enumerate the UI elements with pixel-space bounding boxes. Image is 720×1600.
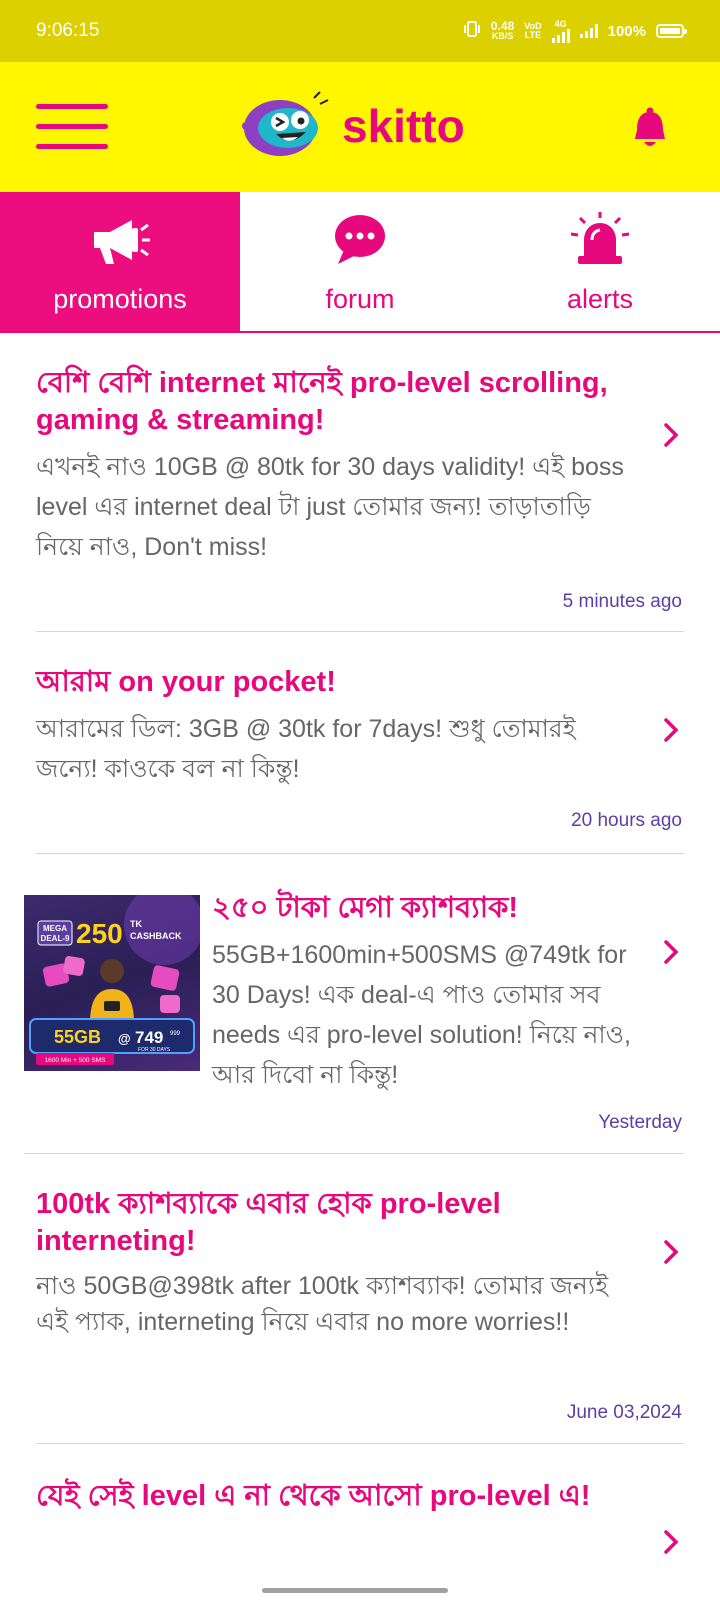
menu-button[interactable] bbox=[36, 104, 108, 150]
promo-body: এখনই নাও 10GB @ 80tk for 30 days validit… bbox=[36, 453, 624, 561]
vibrate-icon bbox=[463, 21, 481, 41]
network-type: 4G bbox=[551, 18, 570, 43]
thumb-old-price: 999 bbox=[170, 1031, 181, 1037]
tab-bar: promotions forum alerts bbox=[0, 192, 720, 333]
home-indicator[interactable] bbox=[262, 1588, 448, 1593]
thumb-tag-line2: DEAL-9 bbox=[41, 934, 70, 943]
promo-title: যেই সেই level এ না থেকে আসো pro-level এ! bbox=[36, 1480, 591, 1512]
thumb-amount-suffix: TK bbox=[130, 919, 142, 929]
promo-card[interactable]: আরাম on your pocket! আরামের ডিল: 3GB @ 3… bbox=[36, 632, 684, 854]
promo-content: ২৫০ টাকা মেগা ক্যাশব্যাক! 55GB+1600min+5… bbox=[212, 890, 684, 1095]
thumb-extras: 1600 Min + 500 SMS bbox=[45, 1057, 107, 1064]
promo-thumbnail: MEGA DEAL-9 250 TK CASHBACK 55GB @ 749 9… bbox=[24, 895, 200, 1071]
thumb-data: 55GB bbox=[54, 1027, 101, 1047]
siren-icon bbox=[570, 212, 630, 264]
promo-banner-art: MEGA DEAL-9 250 TK CASHBACK 55GB @ 749 9… bbox=[29, 895, 200, 1065]
signal-icon bbox=[579, 24, 598, 38]
promo-card[interactable]: বেশি বেশি internet মানেই pro-level scrol… bbox=[36, 333, 684, 632]
promo-card[interactable]: যেই সেই level এ না থেকে আসো pro-level এ! bbox=[36, 1444, 684, 1584]
promo-timestamp: Yesterday bbox=[598, 1112, 682, 1133]
network-speed: 0.48 KB/S bbox=[491, 20, 514, 41]
thumb-price: 749 bbox=[135, 1028, 163, 1047]
thumb-amount: 250 bbox=[76, 918, 123, 949]
promo-timestamp: 20 hours ago bbox=[571, 810, 682, 831]
status-bar: 9:06:15 0.48 KB/S VoD LTE 4G 100% bbox=[0, 0, 720, 62]
app-header: skitto bbox=[0, 62, 720, 192]
thumb-tag-line1: MEGA bbox=[43, 924, 67, 933]
bell-icon bbox=[635, 107, 665, 146]
network-speed-unit: KB/S bbox=[491, 31, 514, 41]
tab-label-promotions: promotions bbox=[53, 284, 187, 314]
menu-line-icon bbox=[36, 144, 108, 149]
chevron-right-icon bbox=[662, 716, 682, 744]
promo-timestamp: 5 minutes ago bbox=[562, 591, 682, 612]
tab-alerts[interactable]: alerts bbox=[480, 192, 720, 331]
tab-forum[interactable]: forum bbox=[240, 192, 480, 331]
notification-bell-button[interactable] bbox=[630, 106, 670, 150]
tab-label-forum: forum bbox=[325, 284, 395, 314]
network-type-label: 4G bbox=[554, 18, 567, 29]
promo-card[interactable]: MEGA DEAL-9 250 TK CASHBACK 55GB @ 749 9… bbox=[24, 854, 684, 1154]
chevron-right-icon bbox=[662, 1528, 682, 1556]
battery-icon bbox=[656, 24, 687, 38]
tab-promotions[interactable]: promotions bbox=[0, 192, 240, 331]
chevron-right-icon bbox=[662, 421, 682, 449]
menu-line-icon bbox=[36, 104, 108, 109]
signal-secondary-icon bbox=[551, 28, 570, 43]
brand-logo: skitto bbox=[236, 90, 465, 162]
promo-title: আরাম on your pocket! bbox=[36, 666, 336, 698]
volte-indicator: VoD LTE bbox=[524, 22, 541, 40]
promo-card[interactable]: 100tk ক্যাশব্যাকে এবার হোক pro-level int… bbox=[36, 1154, 684, 1444]
skitto-mascot-icon bbox=[236, 88, 332, 165]
chevron-right-icon bbox=[662, 938, 682, 966]
promo-body: আরামের ডিল: 3GB @ 30tk for 7days! শুধু ত… bbox=[36, 715, 576, 783]
status-icons: 0.48 KB/S VoD LTE 4G 100% bbox=[463, 18, 687, 43]
promo-body: নাও 50GB@398tk after 100tk ক্যাশব্যাক! ত… bbox=[36, 1272, 609, 1336]
promo-title: বেশি বেশি internet মানেই pro-level scrol… bbox=[36, 367, 608, 436]
battery-percent: 100% bbox=[607, 22, 646, 40]
status-time: 9:06:15 bbox=[36, 20, 100, 41]
chat-bubble-icon bbox=[335, 215, 385, 264]
volte-bottom: LTE bbox=[524, 30, 542, 40]
chevron-right-icon bbox=[662, 1238, 682, 1266]
tab-label-alerts: alerts bbox=[566, 284, 634, 314]
promo-title: 100tk ক্যাশব্যাকে এবার হোক pro-level int… bbox=[36, 1188, 501, 1257]
thumb-duration: FOR 30 DAYS bbox=[138, 1047, 171, 1053]
thumb-cashback: CASHBACK bbox=[130, 931, 182, 941]
megaphone-icon bbox=[94, 220, 150, 264]
brand-name: skitto bbox=[342, 100, 465, 152]
promo-timestamp: June 03,2024 bbox=[566, 1402, 682, 1423]
promo-title: ২৫০ টাকা মেগা ক্যাশব্যাক! bbox=[212, 892, 519, 924]
thumb-at: @ bbox=[118, 1031, 131, 1046]
menu-line-icon bbox=[36, 124, 108, 129]
promotions-feed: বেশি বেশি internet মানেই pro-level scrol… bbox=[0, 333, 720, 1584]
promo-body: 55GB+1600min+500SMS @749tk for 30 Days! … bbox=[212, 941, 631, 1089]
